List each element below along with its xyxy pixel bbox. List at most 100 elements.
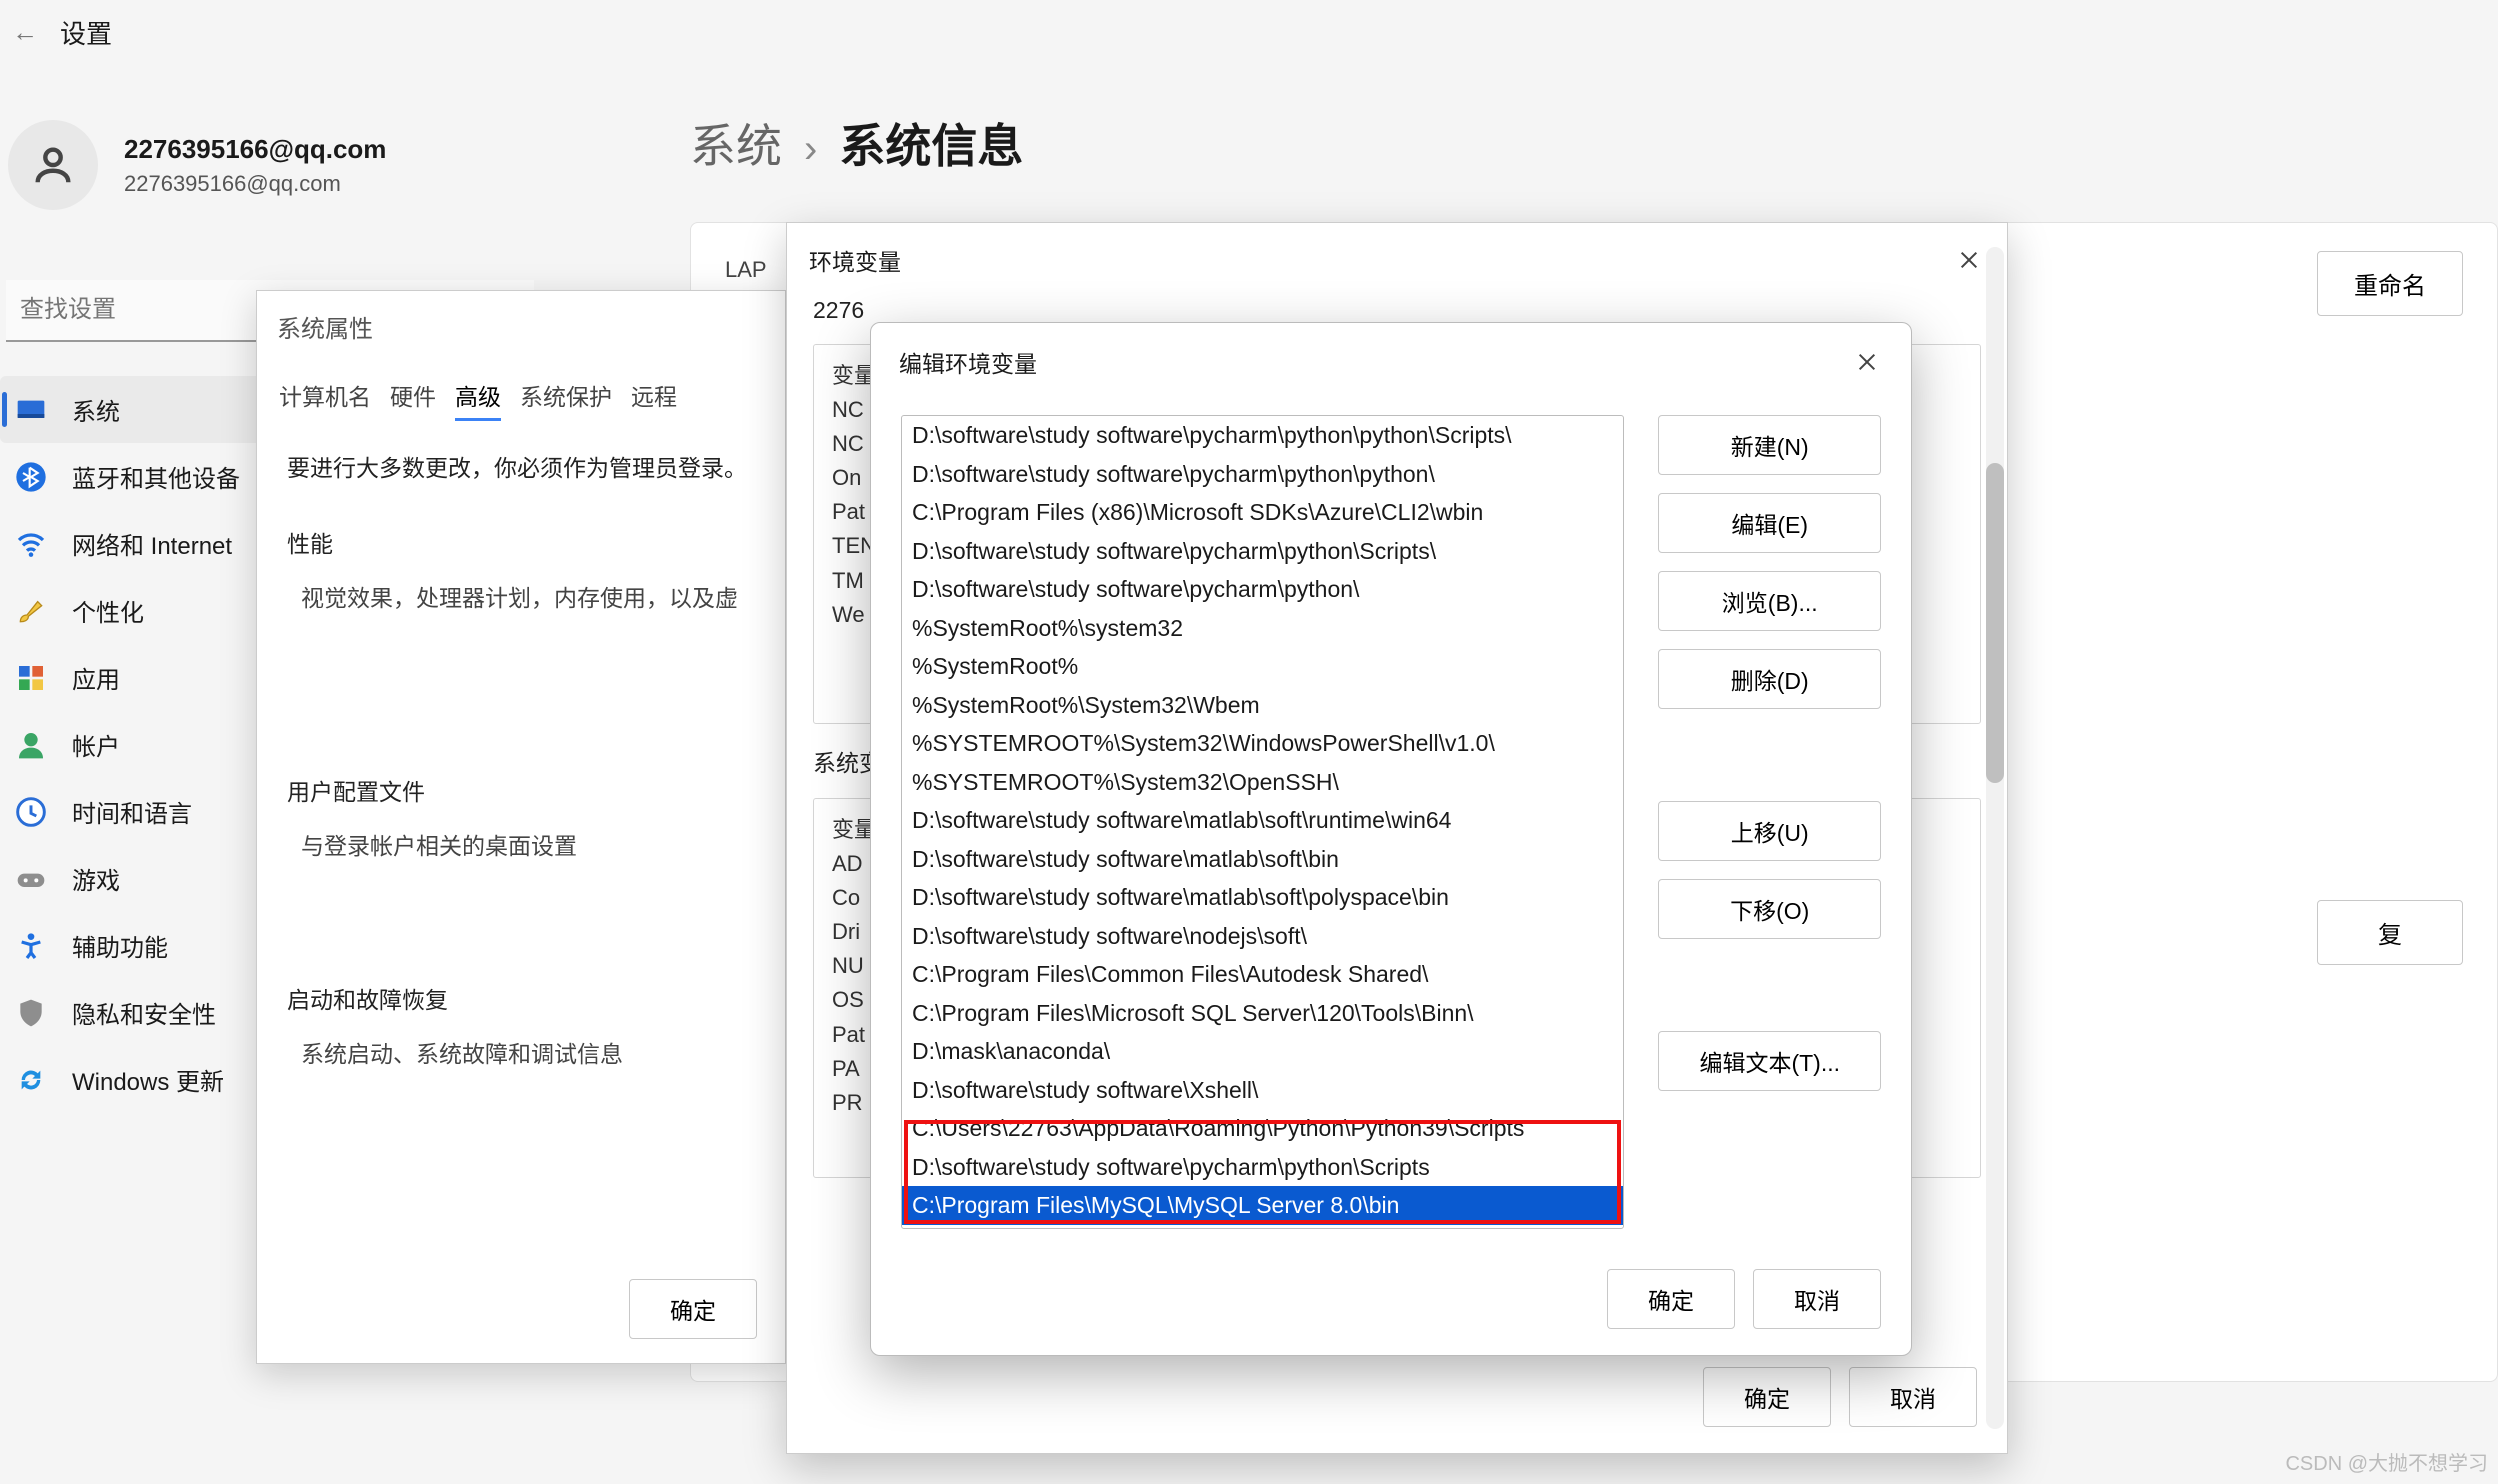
edit-env-var-dialog: 编辑环境变量 D:\software\study software\pychar…: [870, 322, 1912, 1356]
path-row[interactable]: D:\mask\anaconda\: [902, 1032, 1623, 1071]
bluetooth-icon: [14, 460, 48, 494]
path-row[interactable]: D:\software\study software\matlab\soft\b…: [902, 840, 1623, 879]
apps-icon: [14, 661, 48, 695]
startup-section-title: 启动和故障恢复: [287, 981, 755, 1015]
update-icon: [14, 1063, 48, 1097]
path-row[interactable]: C:\Users\22763\AppData\Roaming\Python\Py…: [902, 1109, 1623, 1148]
tabs-row: 计算机名 硬件 高级 系统保护 远程: [257, 362, 785, 431]
nav-network[interactable]: 网络和 Internet: [0, 510, 270, 577]
window-title: 编辑环境变量: [899, 345, 1037, 379]
account-icon: [14, 728, 48, 762]
nav-label: 应用: [72, 660, 120, 695]
system-properties-window: 系统属性 计算机名 硬件 高级 系统保护 远程 要进行大多数更改，你必须作为管理…: [256, 290, 786, 1364]
nav-label: 辅助功能: [72, 928, 168, 963]
back-arrow[interactable]: ←: [8, 17, 42, 48]
tab-advanced[interactable]: 高级: [455, 378, 501, 421]
cancel-button[interactable]: 取消: [1849, 1367, 1977, 1427]
path-list[interactable]: D:\software\study software\pycharm\pytho…: [901, 415, 1624, 1229]
nav-label: 蓝牙和其他设备: [72, 459, 240, 494]
scrollbar-thumb[interactable]: [1986, 463, 2004, 783]
browse-button[interactable]: 浏览(B)...: [1658, 571, 1881, 631]
path-row[interactable]: D:\software\study software\pycharm\pytho…: [902, 416, 1623, 455]
cancel-button[interactable]: 取消: [1753, 1269, 1881, 1329]
window-title: 系统属性: [257, 291, 785, 362]
userprof-section-title: 用户配置文件: [287, 773, 755, 807]
app-title: 设置: [60, 14, 112, 51]
display-icon: [14, 393, 48, 427]
wifi-icon: [14, 527, 48, 561]
path-row[interactable]: %SystemRoot%\system32: [902, 609, 1623, 648]
brush-icon: [14, 594, 48, 628]
close-icon[interactable]: [1953, 244, 1985, 276]
path-row[interactable]: %SystemRoot%: [902, 647, 1623, 686]
page-title: 系统信息: [839, 110, 1023, 176]
watermark: CSDN @大抛不想学习: [2285, 1447, 2488, 1476]
nav-accounts[interactable]: 帐户: [0, 711, 270, 778]
user-section-label: 2276: [787, 297, 2007, 324]
move-down-button[interactable]: 下移(O): [1658, 879, 1881, 939]
nav-label: Windows 更新: [72, 1062, 224, 1097]
nav-label: 系统: [72, 392, 120, 427]
perf-section-title: 性能: [287, 525, 755, 559]
nav-time-language[interactable]: 时间和语言: [0, 778, 270, 845]
nav-apps[interactable]: 应用: [0, 644, 270, 711]
nav-privacy[interactable]: 隐私和安全性: [0, 979, 270, 1046]
window-title: 环境变量: [809, 243, 901, 277]
copy-button[interactable]: 复: [2317, 900, 2463, 965]
nav-gaming[interactable]: 游戏: [0, 845, 270, 912]
clock-icon: [14, 795, 48, 829]
path-row[interactable]: D:\software\study software\matlab\soft\r…: [902, 801, 1623, 840]
path-row[interactable]: D:\software\study software\nodejs\soft\: [902, 917, 1623, 956]
startup-section-desc: 系统启动、系统故障和调试信息: [287, 1035, 755, 1069]
path-row[interactable]: D:\software\study software\pycharm\pytho…: [902, 1148, 1623, 1187]
user-block: 2276395166@qq.com 2276395166@qq.com: [0, 120, 386, 210]
nav-bluetooth[interactable]: 蓝牙和其他设备: [0, 443, 270, 510]
new-button[interactable]: 新建(N): [1658, 415, 1881, 475]
ok-button[interactable]: 确定: [1607, 1269, 1735, 1329]
delete-button[interactable]: 删除(D): [1658, 649, 1881, 709]
nav-label: 游戏: [72, 861, 120, 896]
nav-personalization[interactable]: 个性化: [0, 577, 270, 644]
ok-button[interactable]: 确定: [629, 1279, 757, 1339]
nav-label: 个性化: [72, 593, 144, 628]
path-row[interactable]: D:\software\study software\pycharm\pytho…: [902, 455, 1623, 494]
user-name: 2276395166@qq.com: [124, 134, 386, 165]
sidebar: 系统 蓝牙和其他设备 网络和 Internet 个性化 应用 帐户 时间和语言 …: [0, 376, 270, 1113]
user-email: 2276395166@qq.com: [124, 171, 386, 197]
nav-label: 网络和 Internet: [72, 526, 232, 561]
nav-accessibility[interactable]: 辅助功能: [0, 912, 270, 979]
tab-remote[interactable]: 远程: [631, 378, 677, 421]
rename-button[interactable]: 重命名: [2317, 251, 2463, 316]
avatar: [8, 120, 98, 210]
accessibility-icon: [14, 929, 48, 963]
gamepad-icon: [14, 862, 48, 896]
nav-label: 帐户: [72, 727, 120, 762]
path-row[interactable]: %SYSTEMROOT%\System32\WindowsPowerShell\…: [902, 724, 1623, 763]
breadcrumb: 系统 › 系统信息: [690, 110, 1023, 176]
path-row[interactable]: C:\Program Files\Microsoft SQL Server\12…: [902, 994, 1623, 1033]
person-icon: [30, 142, 76, 188]
path-row[interactable]: C:\Program Files (x86)\Microsoft SDKs\Az…: [902, 493, 1623, 532]
ok-button[interactable]: 确定: [1703, 1367, 1831, 1427]
path-row[interactable]: %SYSTEMROOT%\System32\OpenSSH\: [902, 763, 1623, 802]
close-icon[interactable]: [1851, 346, 1883, 378]
path-row[interactable]: %SystemRoot%\System32\Wbem: [902, 686, 1623, 725]
admin-note: 要进行大多数更改，你必须作为管理员登录。: [287, 449, 755, 483]
path-row[interactable]: D:\software\study software\pycharm\pytho…: [902, 570, 1623, 609]
breadcrumb-root[interactable]: 系统: [690, 110, 782, 176]
path-row[interactable]: C:\Program Files\Common Files\Autodesk S…: [902, 955, 1623, 994]
nav-system[interactable]: 系统: [0, 376, 270, 443]
tab-system-protection[interactable]: 系统保护: [520, 378, 612, 421]
path-row[interactable]: D:\software\study software\Xshell\: [902, 1071, 1623, 1110]
edit-button[interactable]: 编辑(E): [1658, 493, 1881, 553]
path-row[interactable]: C:\Program Files\MySQL\MySQL Server 8.0\…: [902, 1186, 1623, 1225]
scrollbar-track: [1986, 247, 2004, 1429]
path-row[interactable]: D:\software\study software\matlab\soft\p…: [902, 878, 1623, 917]
tab-computer-name[interactable]: 计算机名: [279, 378, 371, 421]
chevron-right-icon: ›: [804, 127, 817, 172]
edit-text-button[interactable]: 编辑文本(T)...: [1658, 1031, 1881, 1091]
tab-hardware[interactable]: 硬件: [390, 378, 436, 421]
move-up-button[interactable]: 上移(U): [1658, 801, 1881, 861]
path-row[interactable]: D:\software\study software\pycharm\pytho…: [902, 532, 1623, 571]
nav-windows-update[interactable]: Windows 更新: [0, 1046, 270, 1113]
